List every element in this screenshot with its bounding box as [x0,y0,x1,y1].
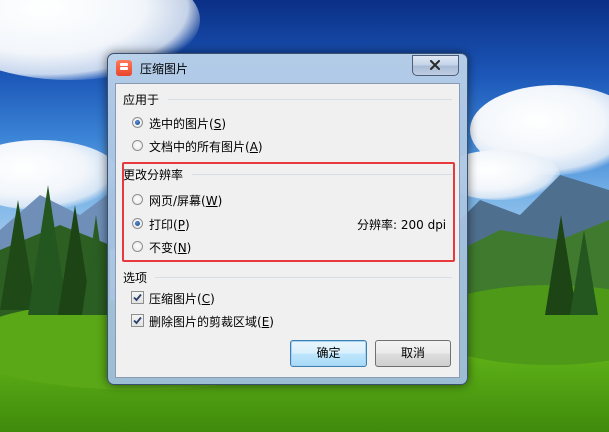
cancel-button[interactable]: 取消 [375,340,451,367]
options-heading: 选项 [123,269,151,286]
divider [168,99,452,100]
checkbox-compress-pictures[interactable] [131,291,144,304]
radio-selected-pictures[interactable] [132,117,143,128]
checkbox-delete-cropped-areas[interactable] [131,314,144,327]
divider [155,277,452,278]
pine-tree [82,215,110,315]
ok-button[interactable]: 确定 [290,340,367,367]
checkbox-compress-pictures-label[interactable]: 压缩图片(C) [149,290,215,307]
dialog-title: 压缩图片 [140,62,189,76]
close-button[interactable] [412,55,459,76]
apply-to-heading: 应用于 [123,91,163,108]
title-bar[interactable]: 压缩图片 [108,54,467,80]
checkbox-delete-cropped-areas-label[interactable]: 删除图片的剪裁区域(E) [149,313,274,330]
checkmark-icon [133,316,142,325]
checkmark-icon [133,293,142,302]
radio-selected-pictures-label[interactable]: 选中的图片(S) [149,115,226,132]
pine-tree [570,230,598,315]
highlight-box [122,162,455,262]
close-icon [430,60,440,70]
radio-all-pictures[interactable] [132,140,143,151]
wps-app-icon [116,60,132,76]
radio-all-pictures-label[interactable]: 文档中的所有图片(A) [149,138,263,155]
